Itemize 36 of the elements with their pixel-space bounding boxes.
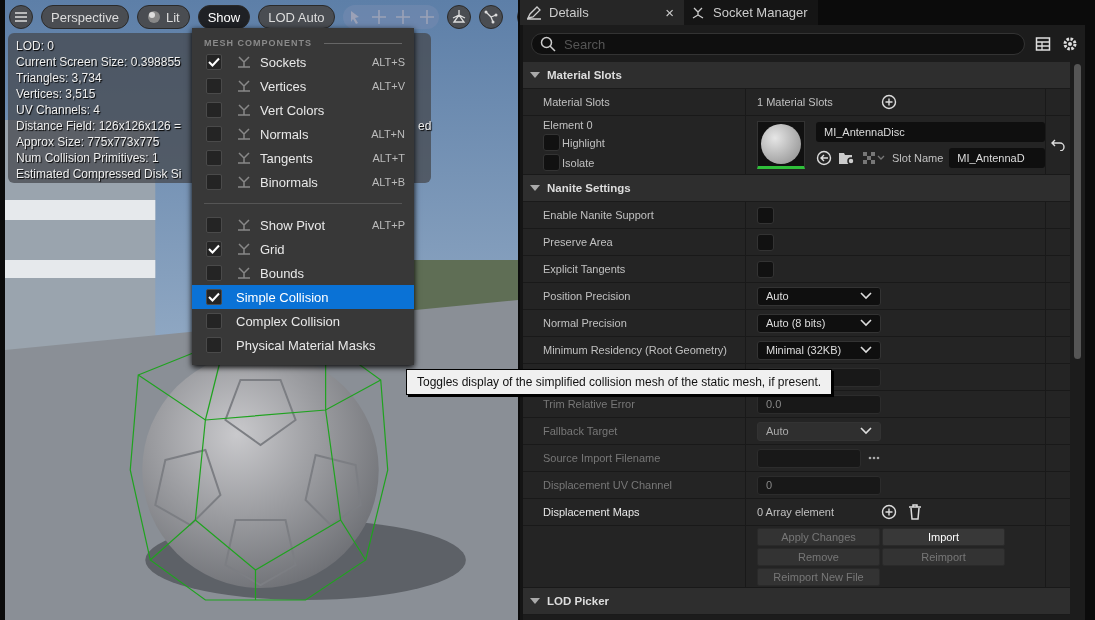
property-label: Position Precision [543, 290, 632, 302]
checkbox-label: Highlight [562, 136, 605, 149]
property-label: Displacement UV Channel [543, 479, 673, 491]
stats-line: Approx Size: 775x773x775 [16, 134, 160, 150]
property-label: Preserve Area [543, 236, 614, 248]
stats-line: Num Collision Primitives: 1 [16, 150, 159, 166]
property-label: Source Import Filename [543, 452, 662, 464]
shortcut-label: ALT+V [371, 80, 405, 92]
tooltip: Toggles display of the simplified collision mesh of the static mesh, if present. [406, 369, 833, 395]
property-label: Element 0 [543, 119, 594, 131]
property-label: Trim Relative Error [543, 398, 636, 410]
stats-line: Current Screen Size: 0.398855 [16, 54, 181, 70]
stats-line: Triangles: 3,734 [16, 70, 102, 86]
array-count: 1 Material Slots [757, 96, 834, 108]
menu-heading: MESH COMPONENTS [204, 38, 312, 48]
property-label: Normal Precision [543, 317, 628, 329]
stats-line: Vertices: 3,515 [16, 86, 96, 102]
shortcut-label: ALT+P [371, 219, 405, 231]
property-label: Material Slots [543, 96, 611, 108]
shortcut-label: ALT+B [371, 176, 405, 188]
stats-line: LOD: 0 [16, 38, 54, 54]
slot-name-label: Slot Name [892, 152, 944, 164]
stats-line: Estimated Compressed Disk Si [16, 166, 182, 182]
array-count: 0 Array element [757, 506, 836, 518]
property-label: Minimum Residency (Root Geometry) [543, 344, 728, 356]
stats-text-fragment: ed [418, 118, 432, 134]
property-label: Enable Nanite Support [543, 209, 655, 221]
property-label: Fallback Target [543, 425, 619, 437]
checkbox-label: Isolate [562, 156, 595, 169]
shortcut-label: ALT+N [371, 128, 405, 140]
shortcut-label: ALT+T [372, 152, 405, 164]
stats-line: Distance Field: 126x126x126 = [16, 118, 182, 134]
stats-line: UV Channels: 4 [16, 102, 101, 118]
property-label: Explicit Tangents [543, 263, 627, 275]
property-label: Displacement Maps [543, 506, 641, 518]
shortcut-label: ALT+S [371, 56, 405, 68]
